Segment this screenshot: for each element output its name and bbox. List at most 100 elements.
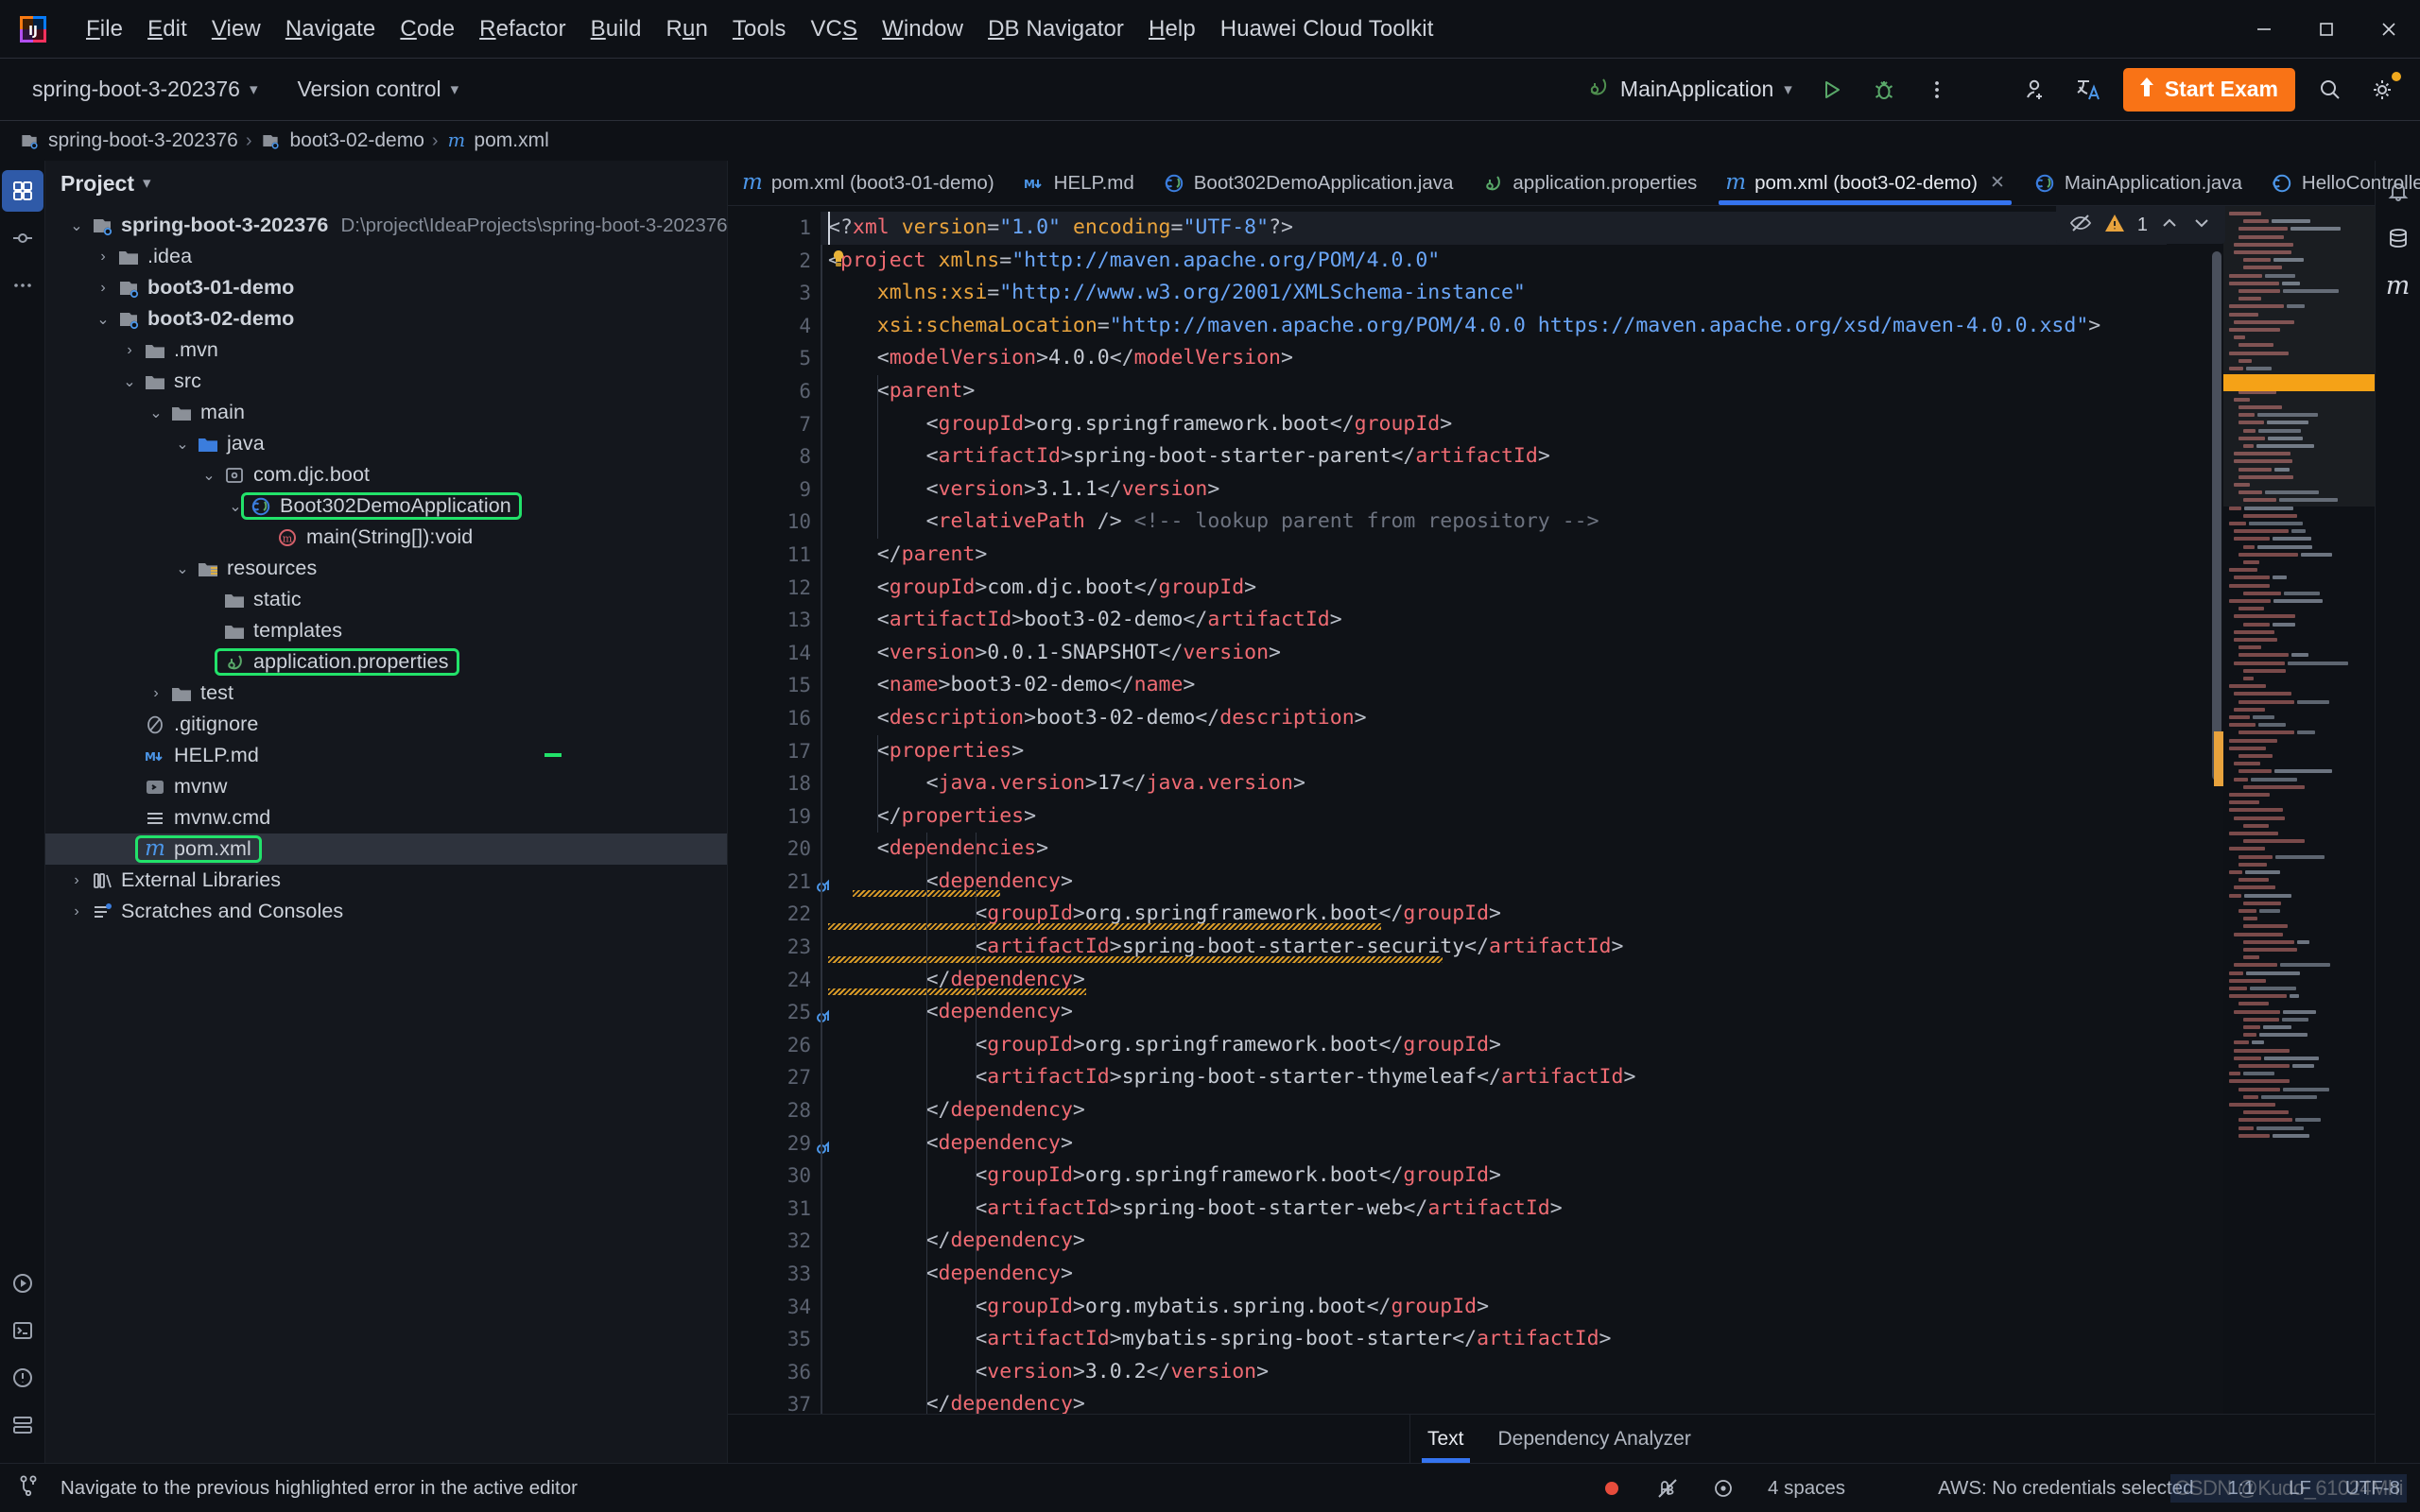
- version-control-selector[interactable]: Version control ▾: [285, 71, 470, 108]
- code-line[interactable]: </parent>: [821, 539, 2167, 572]
- breadcrumb-item-spring-boot-3-202376[interactable]: spring-boot-3-202376: [13, 128, 243, 154]
- maven-m-icon[interactable]: m: [2377, 265, 2419, 306]
- sidebar-item-commit[interactable]: [2, 217, 43, 259]
- chevron-down-icon[interactable]: [2191, 213, 2212, 238]
- debug-button[interactable]: [1860, 66, 1908, 113]
- start-exam-button[interactable]: Start Exam: [2122, 67, 2295, 112]
- code-line[interactable]: <artifactId>boot3-02-demo</artifactId>: [821, 604, 2167, 637]
- close-tab-icon[interactable]: ✕: [1990, 172, 2005, 194]
- tree-node-help-md[interactable]: M HELP.md: [45, 740, 727, 771]
- tree-node-scratches-and-consoles[interactable]: › Scratches and Consoles: [45, 896, 727, 927]
- account-icon[interactable]: [2012, 66, 2059, 113]
- microsoft-icon[interactable]: [1873, 1473, 1910, 1503]
- code-line[interactable]: xsi:schemaLocation="http://maven.apache.…: [821, 310, 2167, 343]
- chevron-down-icon[interactable]: ▾: [143, 174, 151, 193]
- tree-node-boot302demoapplication[interactable]: ⌄ Boot302DemoApplication: [45, 490, 727, 522]
- tree-node-main[interactable]: ⌄ main: [45, 397, 727, 428]
- chevron-right-icon[interactable]: ›: [91, 249, 115, 266]
- record-macro-icon[interactable]: [1595, 1475, 1629, 1502]
- minimap-viewport[interactable]: [2223, 206, 2375, 507]
- menu-item-tools[interactable]: Tools: [720, 12, 799, 46]
- tree-node-java[interactable]: ⌄ java: [45, 428, 727, 459]
- menu-item-db-navigator[interactable]: DB Navigator: [976, 12, 1136, 46]
- code-line[interactable]: <groupId>org.springframework.boot</group…: [821, 1029, 2167, 1062]
- chevron-down-icon[interactable]: ⌄: [117, 372, 142, 391]
- code-line[interactable]: <parent>: [821, 375, 2167, 408]
- menu-item-build[interactable]: Build: [579, 12, 654, 46]
- editor-code-area[interactable]: <?xml version="1.0" encoding="UTF-8"?> <p…: [821, 206, 2167, 1414]
- code-line[interactable]: </dependency>: [821, 1225, 2167, 1258]
- run-configuration-selector[interactable]: MainApplication ▾: [1576, 70, 1802, 109]
- menu-item-navigate[interactable]: Navigate: [273, 12, 389, 46]
- warning-triangle-icon[interactable]: [2103, 212, 2126, 239]
- close-button[interactable]: [2358, 0, 2420, 59]
- tree-node-boot3-02-demo[interactable]: ⌄ boot3-02-demo: [45, 303, 727, 335]
- editor-scrollbar[interactable]: [2167, 206, 2223, 1414]
- chevron-down-icon[interactable]: ⌄: [197, 466, 221, 485]
- code-line[interactable]: <version>0.0.1-SNAPSHOT</version>: [821, 637, 2167, 670]
- search-icon[interactable]: [2307, 66, 2354, 113]
- code-line[interactable]: <name>boot3-02-demo</name>: [821, 669, 2167, 702]
- tree-node-application-properties[interactable]: application.properties: [45, 646, 727, 678]
- chevron-down-icon[interactable]: ⌄: [64, 216, 89, 235]
- translate-icon[interactable]: [2065, 66, 2112, 113]
- menu-item-view[interactable]: View: [199, 12, 273, 46]
- editor-tab-hellocontroller-java[interactable]: HelloController.java: [2256, 161, 2420, 205]
- tree-node-spring-boot-3-202376[interactable]: ⌄ spring-boot-3-202376 D:\project\IdeaProj…: [45, 210, 727, 241]
- tree-node-pom-xml[interactable]: m pom.xml: [45, 833, 727, 865]
- reader-mode-icon[interactable]: [1706, 1475, 1740, 1502]
- editor-tab-boot302demoapplication-java[interactable]: Boot302DemoApplication.java: [1149, 161, 1468, 205]
- code-line[interactable]: <project xmlns="http://maven.apache.org/…: [821, 245, 2167, 278]
- breadcrumb-item-pom-xml[interactable]: m pom.xml: [441, 128, 554, 154]
- code-line[interactable]: <dependencies>: [821, 833, 2167, 866]
- eye-off-icon[interactable]: [2069, 212, 2092, 239]
- bottom-tab-dependency-analyzer[interactable]: Dependency Analyzer: [1481, 1415, 1708, 1463]
- editor-tab-pom-xml-boot3-01-demo-[interactable]: m pom.xml (boot3-01-demo): [728, 161, 1009, 205]
- menu-item-edit[interactable]: Edit: [135, 12, 199, 46]
- editor-minimap[interactable]: [2223, 206, 2375, 1414]
- chevron-down-icon[interactable]: ⌄: [91, 310, 115, 329]
- tree-node-templates[interactable]: templates: [45, 615, 727, 646]
- sidebar-item-problems[interactable]: [2, 1357, 43, 1399]
- editor-line-number-gutter[interactable]: 1 2 3 4 5 6 7 8 9 10 11 12 13 14 15 16 17 18 19 20 21 22 23 24 2…: [728, 206, 829, 1416]
- minimize-button[interactable]: [2233, 0, 2295, 59]
- code-line[interactable]: <artifactId>spring-boot-starter-web</art…: [821, 1193, 2167, 1226]
- chevron-down-icon[interactable]: ⌄: [170, 435, 195, 454]
- editor-tab-pom-xml-boot3-02-demo-[interactable]: m pom.xml (boot3-02-demo) ✕: [1711, 161, 2019, 205]
- code-line[interactable]: <version>3.0.2</version>: [821, 1356, 2167, 1389]
- bottom-tab-text[interactable]: Text: [1410, 1415, 1481, 1463]
- sidebar-item-more[interactable]: [2, 265, 43, 306]
- tree-node--gitignore[interactable]: .gitignore: [45, 709, 727, 740]
- menu-item-window[interactable]: Window: [870, 12, 976, 46]
- code-line[interactable]: <artifactId>spring-boot-starter-parent</…: [821, 440, 2167, 473]
- tree-node-static[interactable]: static: [45, 584, 727, 615]
- branch-icon[interactable]: [17, 1474, 40, 1503]
- sidebar-item-terminal[interactable]: [2, 1310, 43, 1351]
- error-stripe-marker[interactable]: [2214, 731, 2223, 786]
- code-line[interactable]: <artifactId>spring-boot-starter-security…: [821, 931, 2167, 964]
- code-line[interactable]: <groupId>org.mybatis.spring.boot</groupI…: [821, 1291, 2167, 1324]
- sidebar-item-run[interactable]: [2, 1263, 43, 1304]
- code-line[interactable]: </dependency>: [821, 1094, 2167, 1127]
- chevron-right-icon[interactable]: ›: [91, 280, 115, 297]
- code-line[interactable]: <artifactId>mybatis-spring-boot-starter<…: [821, 1323, 2167, 1356]
- code-line[interactable]: </dependency>: [821, 1388, 2167, 1414]
- chevron-right-icon[interactable]: ›: [117, 342, 142, 359]
- code-line[interactable]: <groupId>com.djc.boot</groupId>: [821, 572, 2167, 605]
- code-line[interactable]: <properties>: [821, 735, 2167, 768]
- chevron-right-icon[interactable]: ›: [144, 685, 168, 702]
- sidebar-item-project[interactable]: [1, 170, 43, 212]
- chevron-down-icon[interactable]: ⌄: [144, 404, 168, 422]
- no-spellcheck-icon[interactable]: [1650, 1474, 1685, 1503]
- chevron-down-icon[interactable]: ⌄: [223, 497, 248, 516]
- code-line[interactable]: xmlns:xsi="http://www.w3.org/2001/XMLSch…: [821, 277, 2167, 310]
- aws-credentials-status[interactable]: AWS: No credentials selected: [1931, 1474, 2200, 1503]
- menu-item-help[interactable]: Help: [1136, 12, 1208, 46]
- more-actions-button[interactable]: [1913, 66, 1961, 113]
- scrollbar-thumb[interactable]: [2212, 251, 2221, 781]
- code-line[interactable]: <dependency>: [821, 996, 2167, 1029]
- tree-node-boot3-01-demo[interactable]: › boot3-01-demo: [45, 272, 727, 303]
- run-button[interactable]: [1807, 66, 1855, 113]
- tree-node-main-string-void[interactable]: m main(String[]):void: [45, 522, 727, 553]
- sidebar-item-services[interactable]: [2, 1404, 43, 1446]
